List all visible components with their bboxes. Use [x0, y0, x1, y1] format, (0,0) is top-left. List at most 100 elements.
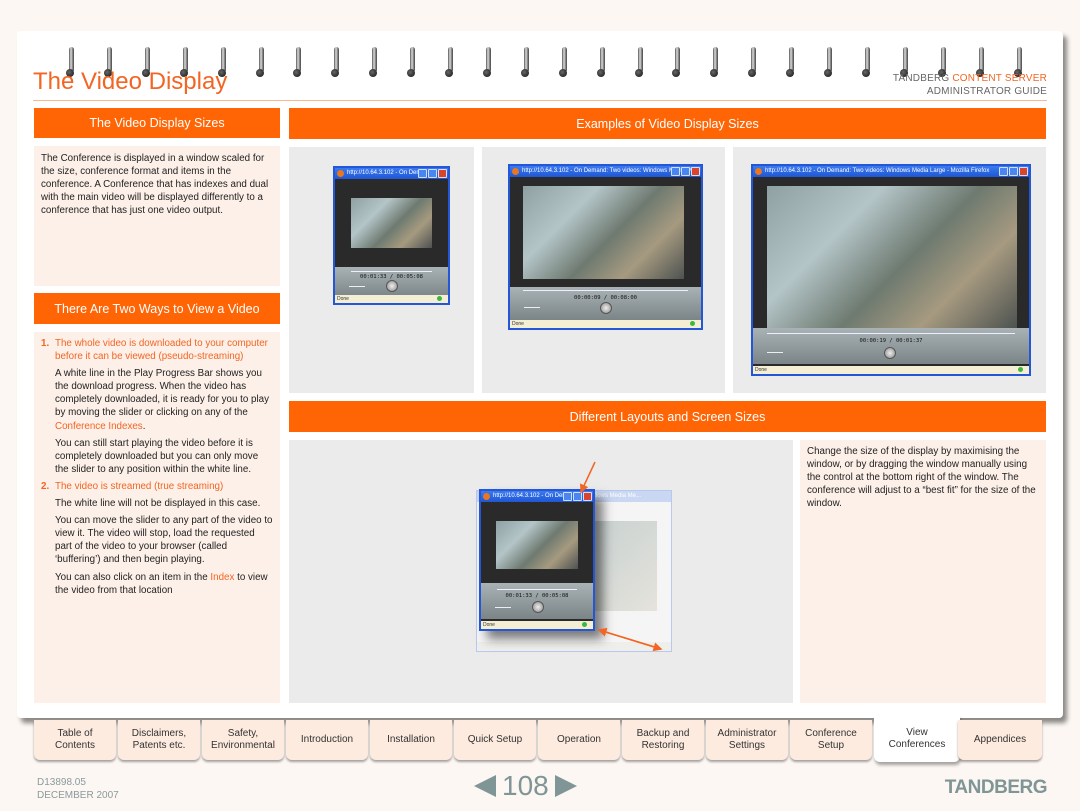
player-controls: 00:00:09 / 00:08:00: [510, 287, 701, 320]
tab-table-of-contents[interactable]: Table of Contents: [34, 720, 116, 760]
player-controls: 00:01:33 / 00:05:08: [335, 267, 448, 297]
firefox-icon: [337, 170, 344, 177]
progress-bar[interactable]: [523, 290, 688, 291]
firefox-icon: [512, 168, 519, 175]
tab-administrator-settings[interactable]: Administrator Settings: [706, 720, 788, 760]
window-buttons: [418, 169, 447, 178]
tab-disclaimers-patents-etc[interactable]: Disclaimers, Patents etc.: [118, 720, 200, 760]
status-ok-icon: [437, 296, 442, 301]
tab-label: Disclaimers, Patents etc.: [132, 728, 186, 753]
section-heading-display-sizes: The Video Display Sizes: [34, 108, 280, 138]
binding-ring-icon: [861, 47, 873, 79]
window-title: http://10.64.3.102 - On Demand: Two vide…: [765, 168, 990, 174]
close-icon[interactable]: [438, 169, 447, 178]
tab-label: Backup and Restoring: [637, 728, 690, 753]
browser-window-medium: http://10.64.3.102 - On Demand: Two vide…: [508, 164, 703, 330]
tab-backup-and-restoring[interactable]: Backup and Restoring: [622, 720, 704, 760]
list-item: 2. The video is streamed (true streaming…: [41, 480, 273, 597]
minimize-icon[interactable]: [418, 169, 427, 178]
tab-label-line1: Introduction: [300, 733, 354, 745]
tab-label-line1: Backup and: [636, 727, 690, 739]
maximize-icon[interactable]: [681, 167, 690, 176]
list-item-paragraph: The white line will not be displayed in …: [55, 498, 261, 510]
resize-arrow-reverse: [597, 627, 662, 650]
status-bar: Done: [510, 320, 701, 328]
browser-window-small: http://10.64.3.102 - On Dem... 00:01:33 …: [333, 166, 450, 305]
section-heading-examples: Examples of Video Display Sizes: [289, 108, 1046, 139]
paragraph-text: .: [142, 420, 146, 432]
chapter-tabs: Table of Contents Disclaimers, Patents etc.…: [34, 716, 1048, 762]
pause-button[interactable]: [600, 302, 612, 314]
video-frame: [523, 186, 684, 279]
maximize-icon[interactable]: [1009, 167, 1018, 176]
progress-bar[interactable]: [351, 271, 432, 272]
index-link[interactable]: Index: [210, 572, 234, 583]
layouts-illustration-panel: Windows Media Me... http://10.64.3.102 -…: [289, 440, 793, 703]
tab-label: Quick Setup: [468, 734, 522, 747]
window-buttons: [999, 167, 1028, 176]
example-small-panel: http://10.64.3.102 - On Dem... 00:01:33 …: [289, 147, 474, 393]
paragraph-text: You can also click on an item in the: [55, 571, 211, 583]
brand-name: TANDBERG: [892, 73, 953, 84]
tab-view-conferences[interactable]: View Conferences: [874, 716, 960, 762]
volume-slider[interactable]: [524, 307, 540, 308]
document-id: D13898.05: [37, 777, 86, 788]
next-page-icon[interactable]: [554, 775, 577, 797]
minimize-icon[interactable]: [999, 167, 1008, 176]
binding-ring-icon: [444, 47, 456, 79]
binding-ring-icon: [520, 47, 532, 79]
tab-label-line1: View: [906, 726, 928, 738]
progress-bar[interactable]: [767, 333, 1015, 334]
tab-label: View Conferences: [889, 727, 946, 752]
maximize-icon[interactable]: [428, 169, 437, 178]
video-frame: [351, 198, 432, 248]
tab-installation[interactable]: Installation: [370, 720, 452, 760]
pause-button[interactable]: [386, 280, 398, 292]
binding-ring-icon: [482, 47, 494, 79]
minimize-icon[interactable]: [671, 167, 680, 176]
tab-label-line1: Appendices: [973, 733, 1027, 745]
tab-label-line1: Operation: [557, 733, 601, 745]
tab-conference-setup[interactable]: Conference Setup: [790, 720, 872, 760]
layouts-description-panel: Change the size of the display by maximi…: [800, 440, 1046, 703]
close-icon[interactable]: [691, 167, 700, 176]
status-text: Done: [755, 367, 767, 373]
tab-label-line1: Table of: [57, 727, 93, 739]
list-item: 1. The whole video is downloaded to your…: [41, 337, 273, 476]
tab-label: Administrator Settings: [718, 728, 777, 753]
status-text: Done: [337, 296, 349, 302]
tab-label-line1: Disclaimers,: [131, 727, 187, 739]
tab-label-line1: Installation: [387, 733, 435, 745]
brand-header: TANDBERG CONTENT SERVER ADMINISTRATOR GU…: [893, 72, 1047, 98]
example-large-panel: http://10.64.3.102 - On Demand: Two vide…: [733, 147, 1046, 393]
tab-label-line1: Quick Setup: [467, 733, 523, 745]
binding-ring-icon: [671, 47, 683, 79]
tab-safety-environmental[interactable]: Safety, Environmental: [202, 720, 284, 760]
tab-label-line2: Conferences: [888, 739, 946, 750]
tab-label-line2: Settings: [728, 740, 766, 751]
window-title: http://10.64.3.102 - On Dem...: [347, 170, 427, 176]
volume-slider[interactable]: [767, 352, 783, 353]
list-number: 1.: [41, 338, 50, 349]
previous-page-icon[interactable]: [474, 775, 496, 797]
header-divider: [33, 100, 1047, 101]
time-display: 00:00:09 / 00:08:00: [574, 295, 637, 301]
tab-appendices[interactable]: Appendices: [958, 720, 1042, 760]
binding-ring-icon: [596, 47, 608, 79]
tab-introduction[interactable]: Introduction: [286, 720, 368, 760]
pause-button[interactable]: [884, 347, 896, 359]
binding-ring-icon: [709, 47, 721, 79]
maximize-arrow: [580, 461, 596, 494]
tab-label: Installation: [387, 734, 435, 747]
tab-operation[interactable]: Operation: [538, 720, 620, 760]
layouts-description: Change the size of the display by maximi…: [807, 446, 1036, 510]
tab-quick-setup[interactable]: Quick Setup: [454, 720, 536, 760]
volume-slider[interactable]: [349, 286, 365, 287]
close-icon[interactable]: [1019, 167, 1028, 176]
conference-indexes-link[interactable]: Conference Indexes: [55, 421, 143, 432]
binding-ring-icon: [368, 47, 380, 79]
tab-label-line2: Contents: [54, 740, 96, 751]
tandberg-logo: TANDBERG: [944, 777, 1048, 798]
list-item-paragraph: You can still start playing the video be…: [55, 437, 259, 475]
status-bar: Done: [753, 366, 1029, 374]
